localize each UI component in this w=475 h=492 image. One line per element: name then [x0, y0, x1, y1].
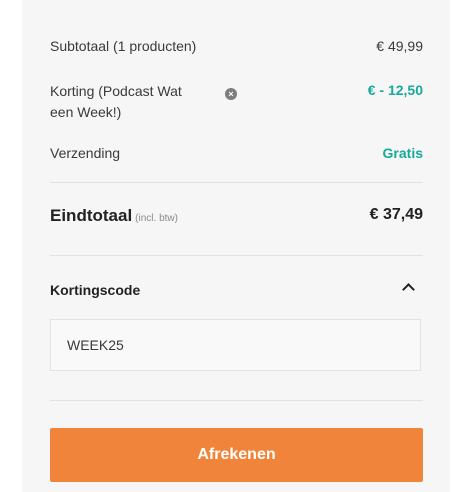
- discount-label-line2: een Week!): [50, 104, 122, 120]
- total-vat-note: (incl. btw): [135, 213, 178, 224]
- chevron-up-icon[interactable]: [402, 283, 415, 296]
- coupon-section-label: Kortingscode: [50, 282, 141, 298]
- total-label: Eindtotaal: [50, 206, 133, 225]
- subtotal-row: Subtotaal (1 producten) € 49,99: [50, 38, 423, 56]
- coupon-toggle[interactable]: Kortingscode: [50, 282, 423, 300]
- shipping-row: Verzending Gratis: [50, 145, 423, 163]
- close-icon[interactable]: ×: [225, 88, 237, 100]
- discount-row: Korting (Podcast Wat een Week!) × € - 12…: [50, 81, 423, 123]
- divider: [50, 255, 423, 256]
- checkout-button[interactable]: Afrekenen: [50, 428, 423, 482]
- shipping-value: Gratis: [382, 145, 423, 161]
- divider: [50, 182, 423, 183]
- coupon-code-input[interactable]: WEEK25: [50, 319, 421, 371]
- shipping-label: Verzending: [50, 145, 121, 161]
- total-row: Eindtotaal (incl. btw) € 37,49: [50, 206, 423, 226]
- order-summary-panel: [22, 0, 450, 492]
- discount-value: € - 12,50: [367, 82, 423, 98]
- divider: [50, 400, 423, 401]
- total-value: € 37,49: [369, 206, 423, 223]
- subtotal-label: Subtotaal (1 producten): [50, 38, 197, 54]
- subtotal-value: € 49,99: [376, 38, 423, 54]
